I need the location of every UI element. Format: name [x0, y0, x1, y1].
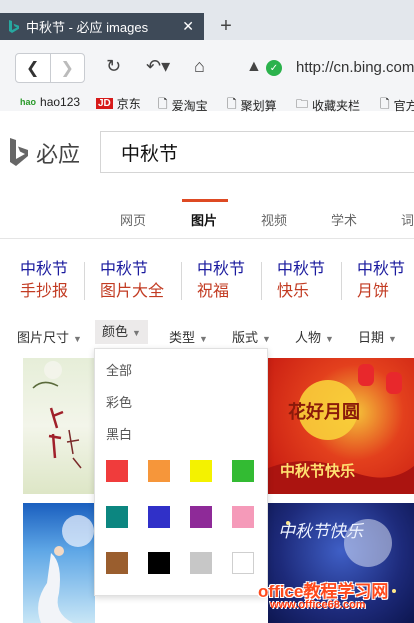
- bookmark-favorites-folder[interactable]: 🗀 收藏夹栏: [296, 95, 360, 116]
- bing-favicon-icon: [9, 19, 19, 33]
- image-result[interactable]: [23, 358, 95, 494]
- chevron-down-icon: ▼: [73, 334, 82, 344]
- search-input[interactable]: 中秋节: [100, 131, 414, 173]
- chip-divider: [84, 262, 85, 300]
- bing-logo[interactable]: 必应: [8, 137, 80, 169]
- chevron-down-icon: ▼: [132, 328, 141, 338]
- color-swatch-orange[interactable]: [148, 460, 170, 482]
- image-result[interactable]: 花好月圆 中秋节快乐: [268, 358, 414, 494]
- color-option-bw[interactable]: 黑白: [106, 424, 132, 443]
- color-swatch-white[interactable]: [232, 552, 254, 574]
- triangle-icon[interactable]: ▲: [246, 58, 262, 76]
- refresh-icon[interactable]: ↻: [106, 56, 121, 77]
- category-tabs: 网页 图片 视频 学术 词: [0, 208, 414, 232]
- color-swatch-purple[interactable]: [190, 506, 212, 528]
- related-search[interactable]: 中秋节 月饼: [357, 259, 405, 303]
- color-swatch-gray[interactable]: [190, 552, 212, 574]
- color-swatch-blue[interactable]: [148, 506, 170, 528]
- home-icon[interactable]: ⌂: [194, 56, 205, 77]
- filter-date[interactable]: 日期 ▼: [358, 327, 397, 346]
- back-icon[interactable]: ❮: [16, 54, 50, 82]
- filter-type[interactable]: 类型 ▼: [169, 327, 208, 346]
- shield-icon[interactable]: ✓: [266, 60, 282, 76]
- fairy-image: [38, 515, 94, 623]
- color-swatch-yellow[interactable]: [190, 460, 212, 482]
- filter-layout[interactable]: 版式 ▼: [232, 327, 271, 346]
- page-icon: 🗋: [158, 97, 168, 111]
- bookmark-aitaobao[interactable]: 🗋 爱淘宝: [158, 95, 208, 116]
- browser-toolbar: ❮ ❯ ↻ ↶▾ ⌂ ▲ ✓ http://cn.bing.com: [0, 40, 414, 95]
- related-search[interactable]: 中秋节 祝福: [197, 259, 245, 303]
- active-tab-indicator: [182, 199, 228, 202]
- image-caption: 花好月圆: [288, 402, 360, 422]
- color-swatch-brown[interactable]: [106, 552, 128, 574]
- page-icon: 🗋: [227, 97, 237, 111]
- bookmark-juhuasuan[interactable]: 🗋 聚划算: [227, 95, 277, 116]
- bing-b-icon: [10, 138, 28, 166]
- color-swatch-pink[interactable]: [232, 506, 254, 528]
- color-swatch-green[interactable]: [232, 460, 254, 482]
- filter-color[interactable]: 颜色 ▼: [95, 320, 148, 344]
- chip-divider: [181, 262, 182, 300]
- color-option-all[interactable]: 全部: [106, 360, 132, 379]
- new-tab-button[interactable]: +: [206, 13, 246, 40]
- address-bar[interactable]: http://cn.bing.com: [296, 59, 414, 76]
- bookmark-jd[interactable]: JD 京东: [96, 95, 141, 112]
- bing-logo-text: 必应: [36, 142, 81, 167]
- color-swatch-teal[interactable]: [106, 506, 128, 528]
- color-swatch-black[interactable]: [148, 552, 170, 574]
- jd-icon: JD: [96, 98, 113, 109]
- bookmark-official[interactable]: 🗋 官方: [380, 95, 414, 116]
- nav-buttons: ❮ ❯: [15, 53, 85, 83]
- undo-icon[interactable]: ↶▾: [146, 56, 170, 77]
- color-option-color[interactable]: 彩色: [106, 392, 132, 411]
- image-caption: 中秋节快乐: [278, 522, 363, 541]
- tab-images[interactable]: 图片: [191, 210, 217, 229]
- color-filter-dropdown: 全部 彩色 黑白: [94, 348, 268, 596]
- filter-image-size[interactable]: 图片尺寸 ▼: [17, 327, 82, 346]
- chevron-down-icon: ▼: [262, 334, 271, 344]
- forward-icon[interactable]: ❯: [49, 54, 85, 82]
- tab-close-icon[interactable]: ✕: [182, 18, 194, 35]
- divider: [0, 238, 414, 239]
- tab-video[interactable]: 视频: [261, 210, 287, 229]
- tab-bar: 中秋节 - 必应 images ✕ +: [0, 0, 414, 40]
- chip-divider: [261, 262, 262, 300]
- tab-academic[interactable]: 学术: [331, 210, 357, 229]
- related-search[interactable]: 中秋节 图片大全: [100, 259, 164, 303]
- image-result[interactable]: [23, 503, 95, 623]
- tab-dictionary[interactable]: 词: [401, 210, 414, 229]
- watermark-url: www.office68.com: [270, 599, 366, 611]
- related-search[interactable]: 中秋节 快乐: [277, 259, 325, 303]
- page-icon: 🗋: [380, 97, 390, 111]
- tab-title: 中秋节 - 必应 images: [26, 20, 149, 35]
- chevron-down-icon: ▼: [325, 334, 334, 344]
- calligraphy-image: [32, 361, 82, 469]
- chevron-down-icon: ▼: [199, 334, 208, 344]
- chevron-down-icon: ▼: [388, 334, 397, 344]
- folder-icon: 🗀: [296, 97, 309, 111]
- color-swatch-red[interactable]: [106, 460, 128, 482]
- filter-people[interactable]: 人物 ▼: [295, 327, 334, 346]
- chip-divider: [341, 262, 342, 300]
- bookmark-hao123[interactable]: hao hao123: [20, 95, 80, 109]
- tab-web[interactable]: 网页: [120, 210, 146, 229]
- browser-tab[interactable]: 中秋节 - 必应 images ✕: [0, 13, 204, 40]
- image-caption: 中秋节快乐: [280, 463, 356, 480]
- bookmarks-bar: hao hao123 JD 京东 🗋 爱淘宝 🗋 聚划算 🗀 收藏夹栏 🗋 官方: [0, 95, 414, 113]
- related-search[interactable]: 中秋节 手抄报: [20, 259, 68, 303]
- hao123-icon: hao: [20, 97, 37, 107]
